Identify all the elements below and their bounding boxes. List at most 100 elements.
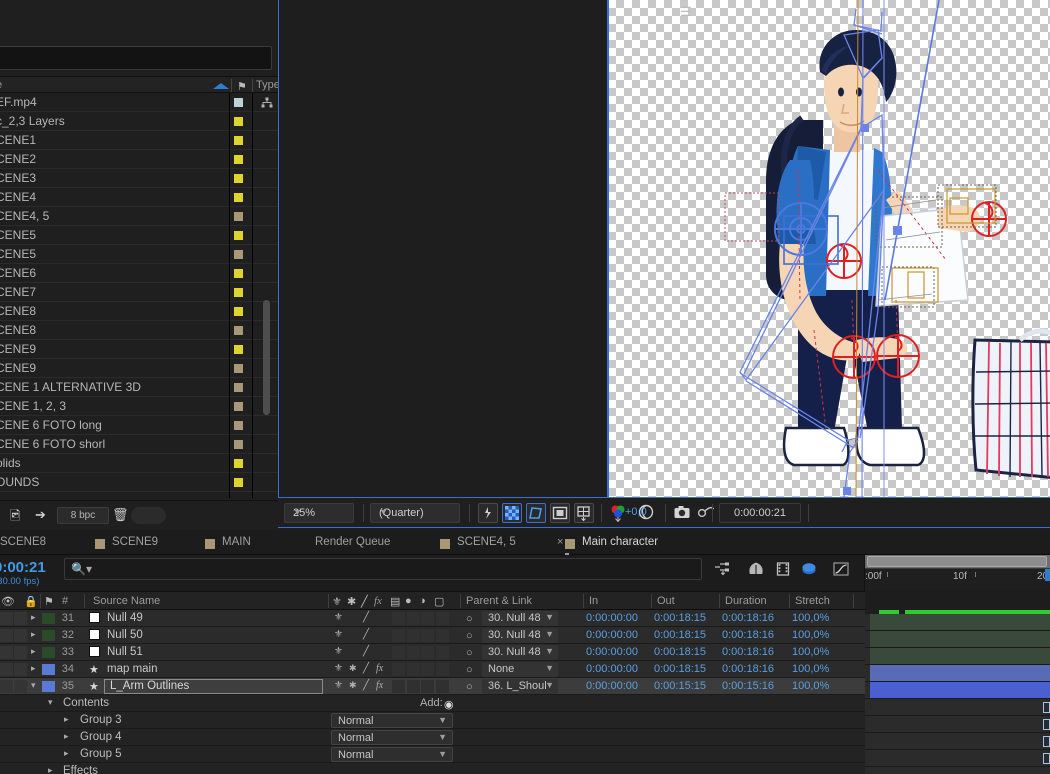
label-color-swatch[interactable] [234,288,243,297]
timeline-tab-main-character[interactable]: × Main character [557,530,658,555]
layer-label-color[interactable] [42,681,55,692]
layer-duration-bar-row[interactable] [865,614,1050,631]
bit-depth-button[interactable]: 8 bpc [57,507,109,524]
label-color-swatch[interactable] [234,364,243,373]
quality-switch-icon[interactable]: ╱ [363,612,369,623]
layer-lock-toggle[interactable] [14,629,27,642]
shape-group-row[interactable]: ▸ Group 4 Normal ▼ [0,729,865,746]
group-expand-arrow[interactable]: ▸ [64,714,69,725]
layer-number-header[interactable]: # [62,595,68,607]
column-stretch[interactable]: Stretch [795,595,830,607]
project-list-item[interactable]: CENE9 [0,340,278,359]
parent-dropdown[interactable]: 36. L_Shoulde▼ [482,679,558,694]
timeline-tab-bar[interactable]: SCENE8 SCENE9 MAIN Render Queue SCENE4, 5 × Ma… [0,530,1050,555]
project-list-item[interactable]: CENE2 [0,150,278,169]
project-list-item[interactable]: CENE 1 ALTERNATIVE 3D [0,378,278,397]
layer-switch-box[interactable] [436,663,449,676]
project-list-item[interactable]: CENE6 [0,264,278,283]
frame-blending-icon[interactable] [800,561,818,580]
parent-dropdown[interactable]: 30. Null 48 ▼ [482,628,558,643]
layer-switch-box[interactable] [392,629,405,642]
timeline-layer-row[interactable]: ▸ 33 Null 51 ⚜ ╱ ○ 30. Null 48 ▼ 0:00:00:00 0:00:… [0,644,865,661]
layer-in-point[interactable]: 0:00:00:00 [586,663,638,675]
layer-label-color[interactable] [42,647,55,658]
label-color-swatch[interactable] [234,212,243,221]
layer-in-point[interactable]: 0:00:00:00 [586,629,638,641]
collapse-transformations-icon[interactable]: ⚜ [334,646,343,657]
project-list-item[interactable]: olids [0,454,278,473]
label-color-swatch[interactable] [234,383,243,392]
layer-out-point[interactable]: 0:00:18:15 [654,646,706,658]
timeline-layer-row[interactable]: ▸ 31 Null 49 ⚜ ╱ ○ 30. Null 48 ▼ 0:00:00:00 0:00:… [0,610,865,627]
blend-mode-dropdown[interactable]: Normal ▼ [331,730,453,745]
layer-stretch[interactable]: 100,0% [792,629,829,641]
layer-duration-bar-row[interactable] [865,682,1050,699]
timeline-ruler[interactable]: :00f 10f 20f [865,555,1050,591]
layer-visibility-toggle[interactable] [0,612,13,625]
layer-stretch[interactable]: 100,0% [792,680,829,692]
parent-pickwhip-icon[interactable]: ○ [466,613,473,625]
blend-mode-dropdown[interactable]: Normal ▼ [331,747,453,762]
layer-switch-box[interactable] [407,646,420,659]
toggle-mask-paths-icon[interactable] [526,503,546,523]
layer-switch-box[interactable] [407,680,420,693]
label-tag-icon[interactable]: ⚑ [237,80,247,93]
label-color-swatch[interactable] [234,326,243,335]
label-color-swatch[interactable] [234,174,243,183]
quality-switch-icon[interactable]: ╱ [363,680,369,691]
project-list-item[interactable]: CENE1 [0,131,278,150]
keyframe-marker[interactable] [1043,736,1050,747]
collapse-transformations-icon[interactable]: ⚜ [334,680,343,691]
region-of-interest-icon[interactable] [550,503,570,523]
project-footer-field[interactable] [131,507,166,524]
layer-expand-arrow[interactable]: ▾ [31,680,36,691]
keyframe-marker[interactable] [1043,702,1050,713]
effects-icon[interactable]: ╱ [361,595,368,608]
project-column-name[interactable]: e [0,79,2,91]
fx-switch-icon[interactable]: fx [376,680,383,691]
layer-duration[interactable]: 0:00:18:16 [722,629,774,641]
label-color-swatch[interactable] [234,231,243,240]
project-list-item[interactable]: CENE5 [0,226,278,245]
layer-duration[interactable]: 0:00:18:16 [722,612,774,624]
effects-row[interactable]: ▸ Effects [0,763,865,774]
project-scrollbar[interactable] [263,300,270,415]
3d-layer-icon[interactable]: ▢ [434,595,444,608]
layer-duration-bar-row[interactable] [865,665,1050,682]
parent-pickwhip-icon[interactable]: ○ [466,630,473,642]
project-list-item[interactable]: c_2,3 Layers [0,112,278,131]
layer-switch-box[interactable] [421,680,434,693]
group-expand-arrow[interactable]: ▸ [64,748,69,759]
layer-expand-arrow[interactable]: ▸ [31,646,36,657]
label-color-swatch[interactable] [234,193,243,202]
layer-in-point[interactable]: 0:00:00:00 [586,680,638,692]
property-track-row[interactable] [865,716,1050,733]
fx-switch-icon[interactable]: fx [376,663,383,674]
layer-switch-box[interactable] [436,629,449,642]
fast-previews-icon[interactable] [478,503,498,523]
collapse-transformations-icon[interactable]: ⚜ [334,612,343,623]
label-color-swatch[interactable] [234,345,243,354]
layer-label-color[interactable] [42,630,55,641]
frame-blending-switch-icon[interactable]: ▤ [390,595,400,608]
layer-lock-toggle[interactable] [14,680,27,693]
column-out[interactable]: Out [657,595,675,607]
layer-out-point[interactable]: 0:00:18:15 [654,629,706,641]
quality-icon[interactable]: ✱ [347,595,356,608]
label-tag-icon[interactable]: ⚑ [44,595,54,608]
layer-expand-arrow[interactable]: ▸ [31,612,36,623]
label-color-swatch[interactable] [234,307,243,316]
sort-ascending-arrow-icon[interactable] [213,83,229,89]
layer-switch-box[interactable] [421,629,434,642]
layer-duration-bar[interactable] [870,648,1050,664]
layer-stretch[interactable]: 100,0% [792,612,829,624]
parent-pickwhip-icon[interactable]: ○ [466,681,473,693]
layer-switch-box[interactable] [436,646,449,659]
layer-switch-box[interactable] [436,680,449,693]
layer-switch-box[interactable] [392,612,405,625]
contents-row[interactable]: ▾ Contents Add: ◉ [0,695,865,712]
eye-icon[interactable]: 👁 [1,595,15,608]
layer-label-color[interactable] [42,613,55,624]
layer-duration-bar-row[interactable] [865,648,1050,665]
column-source-name[interactable]: Source Name [93,595,160,607]
